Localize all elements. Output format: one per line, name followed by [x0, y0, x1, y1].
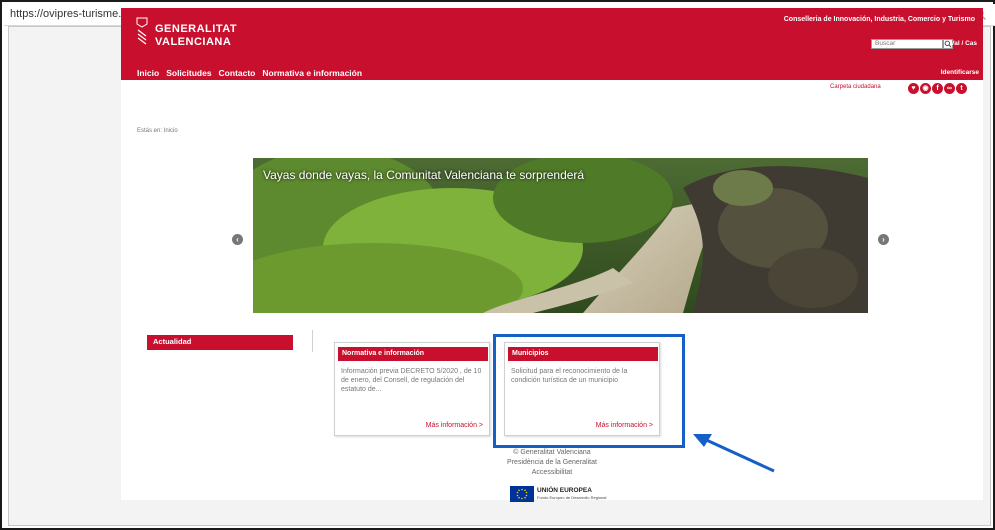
- main-nav: Inicio Solicitudes Contacto Normativa e …: [137, 68, 362, 78]
- search-input[interactable]: Buscar: [871, 39, 943, 49]
- hero-caption: Vayas donde vayas, la Comunitat Valencia…: [263, 168, 585, 182]
- carousel-next-button[interactable]: ›: [878, 234, 889, 245]
- social-links: ♥ ◉ f ∞ t: [908, 83, 967, 94]
- conselleria-link[interactable]: Conselleria de Innovación, Industria, Co…: [784, 16, 975, 23]
- social-icon-1[interactable]: ♥: [908, 83, 919, 94]
- card-title: Normativa e información: [338, 347, 488, 361]
- nav-item-normativa[interactable]: Normativa e información: [262, 68, 362, 78]
- eu-subtitle: Fondo Europeo de Desarrollo Regional: [537, 495, 607, 500]
- site-footer: © Generalitat Valenciana Presidència de …: [121, 448, 983, 478]
- social-icon-3[interactable]: f: [932, 83, 943, 94]
- language-switch[interactable]: Val / Cas: [950, 40, 977, 47]
- site-header: GENERALITAT VALENCIANA Conselleria de In…: [121, 8, 983, 80]
- carousel-prev-button[interactable]: ‹: [232, 234, 243, 245]
- hero-banner[interactable]: Vayas donde vayas, la Comunitat Valencia…: [253, 158, 868, 313]
- logo-text-line2: VALENCIANA: [155, 36, 232, 48]
- carpeta-ciudadana-link[interactable]: Carpeta ciudadana: [830, 84, 881, 90]
- annotation-highlight-box: [493, 334, 685, 448]
- footer-accesibilidad[interactable]: Accessibilitat: [121, 468, 983, 478]
- footer-presidencia[interactable]: Presidència de la Generalitat: [121, 458, 983, 468]
- nav-item-inicio[interactable]: Inicio: [137, 68, 159, 78]
- gva-logo[interactable]: GENERALITAT VALENCIANA: [135, 16, 245, 56]
- card-body: Información previa DECRETO 5/2020 , de 1…: [341, 368, 482, 393]
- identify-link[interactable]: Identificarse: [941, 69, 979, 76]
- social-icon-5[interactable]: t: [956, 83, 967, 94]
- eu-flag-icon: [510, 486, 534, 502]
- more-info-link[interactable]: Más información >: [426, 422, 483, 429]
- eu-logo: UNIÓN EUROPEA Fondo Europeo de Desarroll…: [510, 486, 610, 502]
- logo-text-line1: GENERALITAT: [155, 23, 238, 35]
- section-divider: [312, 330, 313, 352]
- social-icon-2[interactable]: ◉: [920, 83, 931, 94]
- crest-icon: [136, 17, 148, 45]
- nav-item-contacto[interactable]: Contacto: [219, 68, 256, 78]
- footer-copyright: © Generalitat Valenciana: [513, 449, 591, 456]
- eu-name: UNIÓN EUROPEA: [537, 487, 592, 494]
- nav-item-solicitudes[interactable]: Solicitudes: [166, 68, 211, 78]
- social-icon-4[interactable]: ∞: [944, 83, 955, 94]
- breadcrumb: Estás en: Inicio: [137, 128, 178, 134]
- card-normativa[interactable]: Normativa e información Información prev…: [334, 342, 490, 436]
- actualidad-header[interactable]: Actualidad: [147, 335, 293, 350]
